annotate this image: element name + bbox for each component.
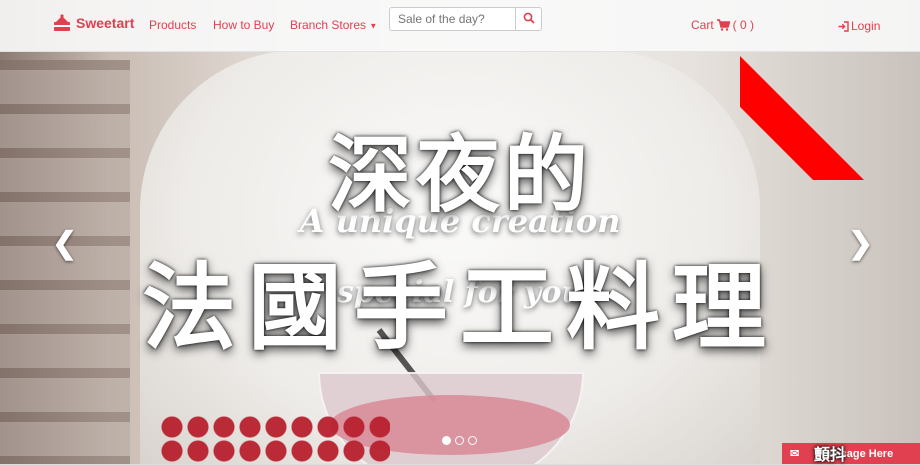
caret-down-icon: ▼ bbox=[369, 21, 378, 31]
carousel-indicator[interactable] bbox=[468, 436, 477, 445]
navbar: Sweetart Products How to Buy Branch Stor… bbox=[0, 0, 920, 52]
cart-label: Cart bbox=[691, 18, 714, 32]
overlay-stamp: 顫抖 bbox=[814, 445, 847, 464]
cart-count: ( 0 ) bbox=[732, 18, 755, 32]
cart-icon bbox=[716, 19, 730, 31]
search-form bbox=[389, 7, 542, 31]
overlay-title-line2: 法國手工料理 bbox=[141, 253, 778, 363]
carousel-indicators bbox=[442, 436, 477, 445]
carousel-indicator[interactable] bbox=[442, 436, 451, 445]
hero-carousel: A unique creation special for you 深夜的 法國… bbox=[0, 0, 920, 464]
nav-products[interactable]: Products bbox=[149, 18, 196, 32]
brand-logo[interactable]: Sweetart bbox=[52, 13, 134, 33]
nav-branch-stores-label: Branch Stores bbox=[290, 18, 367, 32]
envelope-icon: ✉ bbox=[790, 448, 800, 460]
search-button[interactable] bbox=[515, 7, 542, 31]
sign-in-icon bbox=[838, 20, 849, 32]
cart-link[interactable]: Cart ( 0 ) bbox=[691, 18, 754, 32]
search-icon bbox=[523, 12, 535, 24]
raspberries bbox=[160, 415, 390, 464]
carousel-indicator[interactable] bbox=[455, 436, 464, 445]
nav-how-to-buy[interactable]: How to Buy bbox=[213, 18, 274, 32]
carousel-next-button[interactable]: ❯ bbox=[848, 226, 873, 261]
cake-icon bbox=[54, 14, 70, 31]
login-link[interactable]: Login bbox=[838, 19, 880, 33]
carousel-prev-button[interactable]: ❮ bbox=[52, 226, 77, 261]
message-here-button[interactable]: ✉ Message Here bbox=[782, 443, 920, 464]
brand-name: Sweetart bbox=[76, 15, 135, 31]
nav-branch-stores[interactable]: Branch Stores ▼ bbox=[290, 18, 377, 32]
login-label: Login bbox=[851, 19, 881, 33]
search-input[interactable] bbox=[389, 7, 515, 31]
overlay-title-line1: 深夜的 bbox=[327, 125, 592, 224]
